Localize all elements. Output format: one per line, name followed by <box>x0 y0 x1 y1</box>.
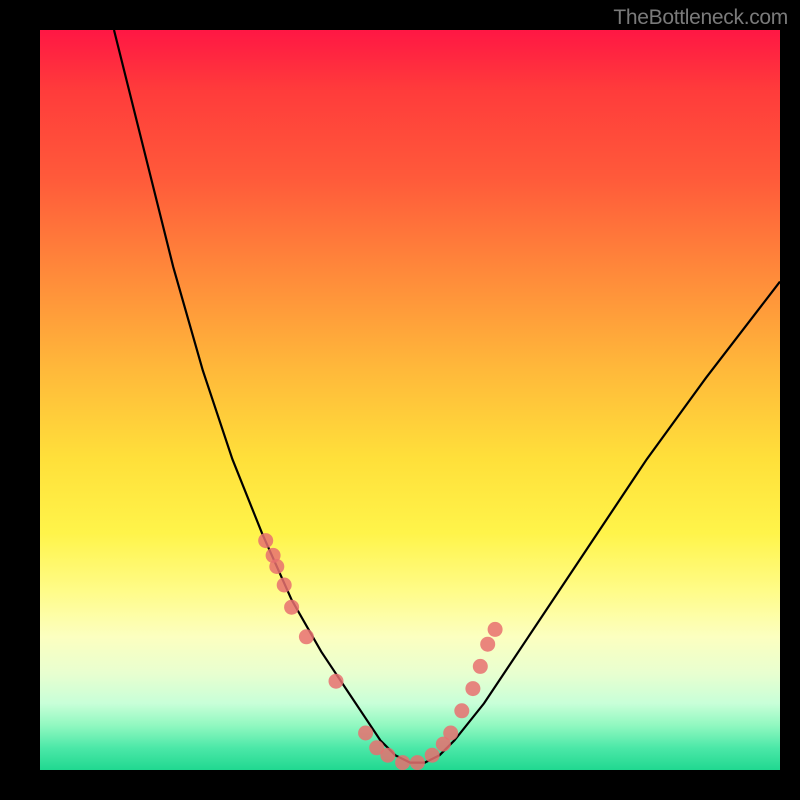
data-point <box>258 533 273 548</box>
data-point <box>395 755 410 770</box>
data-point <box>329 674 344 689</box>
data-point <box>473 659 488 674</box>
data-point <box>465 681 480 696</box>
data-point <box>269 559 284 574</box>
data-point <box>410 755 425 770</box>
chart-plot-area <box>40 30 780 770</box>
data-point <box>380 748 395 763</box>
data-point <box>284 600 299 615</box>
data-point <box>277 578 292 593</box>
data-point <box>299 629 314 644</box>
data-point <box>443 726 458 741</box>
watermark-text: TheBottleneck.com <box>613 6 788 30</box>
chart-svg <box>40 30 780 770</box>
curve-line <box>114 30 780 763</box>
data-point <box>454 703 469 718</box>
data-point <box>488 622 503 637</box>
data-point <box>425 748 440 763</box>
data-point <box>480 637 495 652</box>
data-markers <box>258 533 502 770</box>
data-point <box>358 726 373 741</box>
